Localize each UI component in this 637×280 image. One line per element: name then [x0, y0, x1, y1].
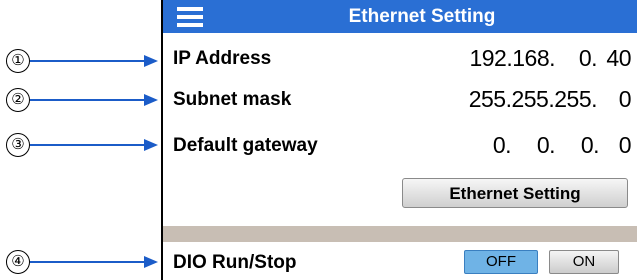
- ip-octets-1-3: 192.168.: [469, 45, 555, 71]
- dio-run-stop-label: DIO Run/Stop: [173, 252, 297, 273]
- gateway-octet-1: 0.: [492, 132, 512, 158]
- gateway-octet-4: 0: [618, 132, 632, 158]
- callout-number-1: ①: [6, 49, 30, 73]
- separator-band: [163, 226, 637, 242]
- ethernet-setting-screen: Ethernet Setting IP Address 192.168. 0. 40…: [161, 0, 637, 280]
- ip-octet-4: 40: [606, 45, 631, 71]
- arrow-right-icon: [30, 256, 158, 268]
- arrow-right-icon: [30, 55, 158, 67]
- arrow-right-icon: [30, 94, 158, 106]
- subnet-octet-4: 0: [618, 86, 632, 112]
- callout-number-2: ②: [6, 88, 30, 112]
- subnet-mask-value[interactable]: 255.255.255. 0: [468, 86, 632, 113]
- ip-address-label: IP Address: [173, 48, 272, 69]
- ip-octet-3: 0.: [578, 45, 598, 71]
- callout-number-4: ④: [6, 250, 30, 274]
- gateway-octet-3: 0.: [580, 132, 600, 158]
- ethernet-setting-button[interactable]: Ethernet Setting: [402, 178, 628, 208]
- default-gateway-label: Default gateway: [173, 135, 318, 156]
- arrow-right-icon: [30, 139, 158, 151]
- subnet-mask-label: Subnet mask: [173, 89, 292, 110]
- default-gateway-value[interactable]: 0. 0. 0. 0: [479, 132, 632, 159]
- dio-on-button[interactable]: ON: [549, 250, 619, 274]
- title-bar: Ethernet Setting: [163, 0, 637, 33]
- dio-off-button[interactable]: OFF: [464, 250, 538, 274]
- subnet-octets-1-3: 255.255.255.: [468, 86, 598, 112]
- screen-title: Ethernet Setting: [348, 6, 496, 27]
- callout-number-3: ③: [6, 133, 30, 157]
- ip-address-value[interactable]: 192.168. 0. 40: [469, 45, 631, 72]
- gateway-octet-2: 0.: [536, 132, 556, 158]
